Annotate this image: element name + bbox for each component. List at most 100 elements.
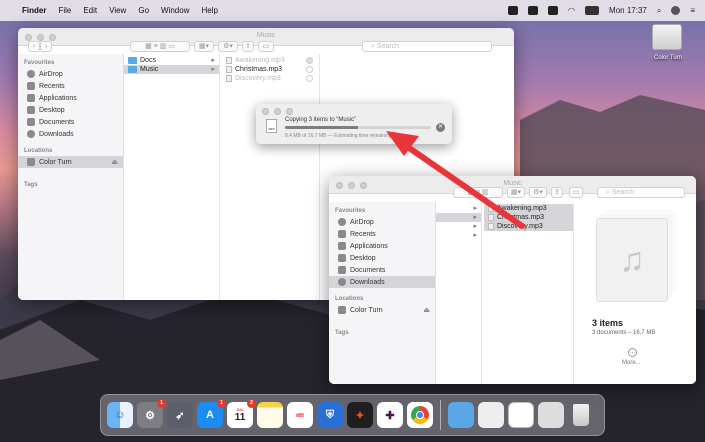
notification-badge: 2 (247, 399, 256, 408)
list-item-docs[interactable]: Docs ▸ (124, 56, 219, 65)
item-label: Awakening.mp3 (497, 205, 547, 212)
sidebar-item-applications[interactable]: Applications (18, 92, 123, 104)
share-button[interactable]: ⇪ (551, 187, 563, 198)
window-preview-icon[interactable] (508, 402, 534, 428)
sidebar-item-downloads[interactable]: Downloads (18, 128, 123, 140)
notification-badge: 1 (157, 399, 166, 408)
sidebar-heading-tags: Tags (335, 330, 349, 336)
menu-edit[interactable]: Edit (83, 6, 97, 15)
settings-shield-icon[interactable]: ⛨ (317, 402, 343, 428)
app-menu[interactable]: Finder (22, 6, 46, 15)
audio-file-icon (488, 214, 494, 221)
document-stack-icon[interactable] (478, 402, 504, 428)
stop-copy-button[interactable]: ✕ (436, 123, 445, 132)
notes-icon[interactable] (257, 402, 283, 428)
sidebar-item-label: Recents (350, 230, 376, 238)
status-icon-3[interactable] (548, 6, 559, 15)
sidebar-item-recents[interactable]: Recents (329, 228, 435, 240)
chevron-right-icon: ▸ (473, 214, 477, 221)
list-item-file[interactable]: Discovery.mp3 (484, 222, 573, 231)
list-item-folder[interactable]: ▸ (436, 222, 481, 231)
group-button[interactable]: ▦▾ (507, 187, 525, 198)
menu-go[interactable]: Go (138, 6, 149, 15)
view-mode-buttons[interactable]: ▦ ≡ ▥ ▭ (130, 41, 190, 52)
sidebar-item-label: Downloads (350, 278, 385, 286)
folder-icon[interactable] (448, 402, 474, 428)
sidebar-item-documents[interactable]: Documents (18, 116, 123, 128)
zoom-button[interactable] (286, 108, 293, 115)
sidebar-item-recents[interactable]: Recents (18, 80, 123, 92)
close-button[interactable] (262, 108, 269, 115)
battery-icon[interactable] (585, 6, 600, 15)
list-item-folder[interactable]: ▸ (436, 204, 481, 213)
user-avatar-icon[interactable] (671, 6, 681, 15)
list-item-file[interactable]: Awakening.mp3 (484, 204, 573, 213)
menu-window[interactable]: Window (161, 6, 189, 15)
sidebar-item-downloads[interactable]: Downloads (329, 276, 435, 288)
tag-button[interactable]: ▭ (258, 41, 274, 52)
drive-label[interactable]: Color Turn (640, 55, 696, 61)
more-button[interactable]: More... (622, 360, 641, 366)
back-button[interactable]: ‹ (28, 41, 40, 52)
action-button[interactable]: ⚙▾ (218, 41, 238, 52)
clock[interactable]: Mon 17:37 (609, 6, 647, 15)
chrome-icon[interactable] (407, 402, 433, 428)
list-item-file[interactable]: Christmas.mp3 (484, 213, 573, 222)
calendar-day: 11 (234, 412, 246, 423)
menu-help[interactable]: Help (201, 6, 217, 15)
sidebar-heading-locations: Locations (335, 296, 364, 302)
reminders-icon[interactable]: ≔ (287, 402, 313, 428)
control-center-icon[interactable]: ≡ (690, 6, 695, 15)
sidebar-item-label: Recents (39, 82, 65, 90)
share-button[interactable]: ⇪ (242, 41, 254, 52)
minimize-button[interactable] (274, 108, 281, 115)
search-field[interactable]: ⌕ Search (362, 41, 492, 52)
sidebar-item-airdrop[interactable]: AirDrop (329, 216, 435, 228)
progress-ring-icon (306, 75, 313, 82)
figma-icon[interactable]: ✦ (347, 402, 373, 428)
copy-progress-dialog: MP3 Copying 3 items to “Music” ✕ 8.4 MB … (256, 104, 452, 144)
list-item-music[interactable]: Music ▸ (124, 65, 219, 74)
list-item-folder[interactable]: ▸ (436, 213, 481, 222)
calendar-icon[interactable]: JUL 11 2 (227, 399, 256, 428)
sidebar-item-color-turn[interactable]: Color Turn ⏏ (18, 156, 123, 168)
finder-icon[interactable]: ☺ (107, 402, 133, 428)
sidebar-item-label: Downloads (39, 130, 74, 138)
progress-fill (285, 126, 358, 129)
more-icon[interactable]: … (628, 348, 637, 357)
sidebar-item-applications[interactable]: Applications (329, 240, 435, 252)
action-button[interactable]: ⚙▾ (529, 187, 547, 198)
sidebar-item-documents[interactable]: Documents (329, 264, 435, 276)
search-placeholder: Search (376, 43, 400, 50)
list-item-file[interactable]: Discovery.mp3 (222, 74, 319, 83)
app-store-icon[interactable]: A1 (197, 399, 226, 428)
slack-icon[interactable]: ✚ (377, 402, 403, 428)
sidebar-item-desktop[interactable]: Desktop (329, 252, 435, 264)
menu-view[interactable]: View (109, 6, 126, 15)
status-icon-1[interactable] (508, 6, 519, 15)
eject-icon[interactable]: ⏏ (111, 158, 118, 166)
forward-button[interactable]: › (40, 41, 52, 52)
trash-icon[interactable] (568, 402, 594, 428)
system-preferences-icon[interactable]: ⚙ 1 (137, 399, 166, 428)
tag-button[interactable]: ▭ (569, 187, 583, 198)
drive-icon[interactable] (652, 24, 682, 50)
menu-file[interactable]: File (58, 6, 71, 15)
eject-icon[interactable]: ⏏ (423, 306, 430, 314)
sidebar-item-label: Desktop (39, 106, 65, 114)
search-field[interactable]: ⌕ Search (597, 187, 685, 198)
status-icon-2[interactable] (528, 6, 539, 15)
list-item-file[interactable]: Awakening.mp3 (222, 56, 319, 65)
spotlight-icon[interactable]: ⌕ (657, 6, 661, 16)
launchpad-icon[interactable]: ➶ (167, 402, 193, 428)
chevron-right-icon: ▸ (211, 57, 215, 64)
wifi-icon[interactable]: ◠ (568, 6, 575, 15)
sidebar-item-color-turn[interactable]: Color Turn ⏏ (329, 304, 435, 316)
group-button[interactable]: ▦▾ (194, 41, 214, 52)
screenshot-stack-icon[interactable] (538, 402, 564, 428)
sidebar-item-airdrop[interactable]: AirDrop (18, 68, 123, 80)
sidebar-item-desktop[interactable]: Desktop (18, 104, 123, 116)
list-item-file[interactable]: Christmas.mp3 (222, 65, 319, 74)
view-mode-buttons[interactable]: ▦ ≡ ▥ (453, 187, 503, 198)
list-item-folder[interactable]: ▸ (436, 231, 481, 240)
